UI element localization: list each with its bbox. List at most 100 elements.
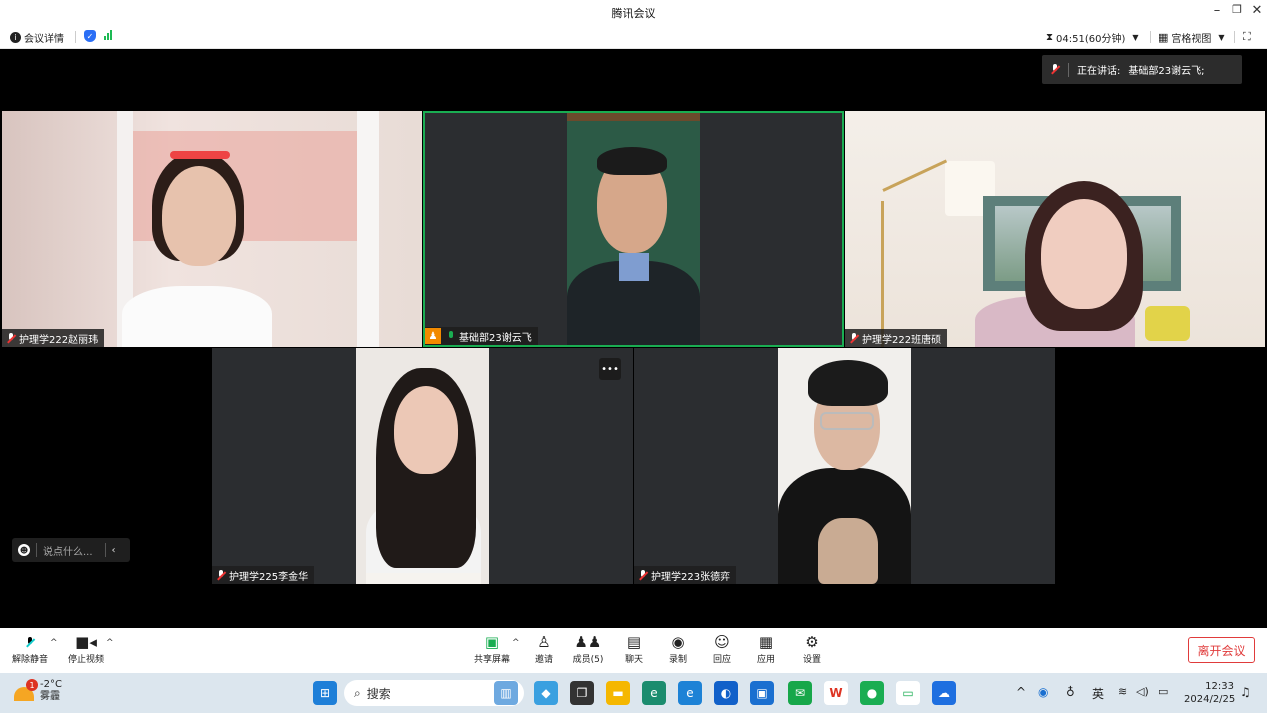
view-switch-button[interactable]: ▦ 宫格视图 ▼ <box>1158 30 1225 45</box>
speaking-label: 正在讲话: <box>1077 66 1121 77</box>
copilot-icon[interactable]: ◆ <box>534 681 558 705</box>
wps-office-icon[interactable]: W <box>824 681 848 705</box>
task-view-icon[interactable]: ❐ <box>570 681 594 705</box>
ie-browser-icon[interactable]: e <box>678 681 702 705</box>
edge-browser-icon[interactable]: e <box>642 681 666 705</box>
title-bar: 腾讯会议 – ❐ ✕ <box>0 0 1267 25</box>
weather-icon: 1 <box>14 679 38 701</box>
fullscreen-icon[interactable]: ⛶ <box>1243 30 1251 44</box>
react-label: 回应 <box>712 655 731 665</box>
file-explorer-icon[interactable]: ▬ <box>606 681 630 705</box>
video-feed <box>567 113 700 345</box>
unmute-label: 解除静音 <box>11 655 48 665</box>
share-options-chevron-icon[interactable]: ^ <box>512 638 520 648</box>
message-app-icon[interactable]: ✉ <box>788 681 812 705</box>
video-tile[interactable]: 护理学223张德弈 <box>634 348 1055 584</box>
participant-name-tag: ♟ 基础部23谢云飞 <box>425 327 538 345</box>
react-icon: ☺ <box>714 633 730 651</box>
stop-video-button[interactable]: ■◂ 停止视频 <box>66 632 106 665</box>
speaking-name: 基础部23谢云飞; <box>1128 66 1205 77</box>
members-button[interactable]: ♟♟ 成员(5) <box>568 632 608 665</box>
video-tile[interactable]: ••• 护理学225李金华 <box>212 348 633 584</box>
participant-name-tag: 护理学225李金华 <box>212 566 315 584</box>
volume-icon[interactable]: ◁) <box>1136 685 1149 698</box>
weather-widget[interactable]: 1 -2°C 雾霾 <box>14 679 62 703</box>
security-shield-icon[interactable]: ✓ <box>84 30 96 42</box>
start-menu-icon[interactable]: ⊞ <box>313 681 337 705</box>
chat-label: 聊天 <box>624 655 643 665</box>
record-label: 录制 <box>668 655 687 665</box>
share-screen-icon: ▣ <box>484 633 500 651</box>
notification-badge: 1 <box>26 679 38 691</box>
hourglass-icon: ⧗ <box>1046 32 1054 43</box>
input-method-indicator[interactable]: 英 <box>1092 685 1104 702</box>
unmute-button[interactable]: 解除静音 <box>10 632 50 665</box>
video-tile[interactable]: 护理学222班唐硕 <box>845 111 1265 347</box>
mic-active-icon <box>446 330 456 342</box>
wechat-icon[interactable]: ● <box>860 681 884 705</box>
os-taskbar: 1 -2°C 雾霾 ⊞ ⌕ 搜索 ▥ ◆ ❐ ▬ e e ◐ ▣ ✉ W ● ▭… <box>0 673 1267 713</box>
system-clock[interactable]: 12:33 2024/2/25 <box>1184 680 1235 706</box>
minimize-icon[interactable]: – <box>1206 3 1228 18</box>
show-hidden-icons-chevron-icon[interactable]: ^ <box>1016 685 1026 699</box>
chevron-down-icon: ▼ <box>1132 33 1139 42</box>
window-title: 腾讯会议 <box>611 7 656 20</box>
view-label: 宫格视图 <box>1171 34 1212 45</box>
screen-app-icon[interactable]: ▭ <box>896 681 920 705</box>
react-button[interactable]: ☺ 回应 <box>702 632 742 665</box>
invite-label: 邀请 <box>534 655 553 665</box>
video-feed <box>778 348 911 584</box>
share-screen-button[interactable]: ▣ 共享屏幕 <box>472 632 512 665</box>
host-icon: ♟ <box>425 328 441 344</box>
battery-icon[interactable]: ▭ <box>1158 685 1168 698</box>
mic-muted-icon <box>638 569 648 581</box>
divider <box>36 543 37 557</box>
mic-icon <box>1050 64 1060 75</box>
participant-name: 基础部23谢云飞 <box>459 332 532 344</box>
mic-muted-icon <box>216 569 226 581</box>
record-icon: ◉ <box>671 633 685 651</box>
baidu-netdisk-icon[interactable]: ◐ <box>714 681 738 705</box>
meeting-info-bar: i 会议详情 ✓ ⧗ 04:51(60分钟) ▼ ▦ 宫格视图 ▼ ⛶ <box>0 25 1267 49</box>
search-icon: ⌕ <box>354 685 361 700</box>
audio-options-chevron-icon[interactable]: ^ <box>50 638 58 648</box>
meeting-timer[interactable]: ⧗ 04:51(60分钟) ▼ <box>1046 30 1139 45</box>
camera-icon: ■◂ <box>75 633 97 651</box>
timer-label: 04:51(60分钟) <box>1056 34 1126 45</box>
tencent-meeting-icon[interactable]: ☁ <box>932 681 956 705</box>
participant-name-tag: 护理学222赵丽玮 <box>2 329 105 347</box>
share-label: 共享屏幕 <box>473 655 510 665</box>
notifications-bell-icon[interactable]: ♫ <box>1240 685 1251 699</box>
chat-button[interactable]: ▤ 聊天 <box>614 632 654 665</box>
collapse-chevron-icon[interactable]: ‹ <box>112 545 116 556</box>
meeting-info-button[interactable]: i 会议详情 <box>10 30 64 45</box>
settings-button[interactable]: ⚙ 设置 <box>792 632 832 665</box>
restore-icon[interactable]: ❐ <box>1226 3 1248 16</box>
video-tile-active-speaker[interactable]: ♟ 基础部23谢云飞 <box>423 111 844 347</box>
store-icon[interactable]: ▣ <box>750 681 774 705</box>
signal-strength-icon[interactable] <box>104 30 112 40</box>
video-tile[interactable]: 护理学222赵丽玮 <box>2 111 422 347</box>
quick-chat-input[interactable]: ☻ 说点什么... ‹ <box>12 538 130 562</box>
emoji-icon[interactable]: ☻ <box>18 544 30 556</box>
app-tray-icon[interactable]: ◉ <box>1038 685 1048 699</box>
invite-button[interactable]: ♙ 邀请 <box>524 632 564 665</box>
gear-icon: ⚙ <box>805 633 819 651</box>
mic-muted-icon <box>25 632 35 652</box>
video-options-chevron-icon[interactable]: ^ <box>106 638 114 648</box>
city-widget-icon[interactable]: ▥ <box>494 681 518 705</box>
meeting-info-label: 会议详情 <box>24 34 64 45</box>
mic-muted-icon <box>849 332 859 344</box>
more-options-button[interactable]: ••• <box>599 358 621 380</box>
video-feed <box>2 111 422 347</box>
mic-muted-icon <box>6 332 16 344</box>
record-button[interactable]: ◉ 录制 <box>658 632 698 665</box>
close-icon[interactable]: ✕ <box>1246 3 1267 18</box>
leave-meeting-button[interactable]: 离开会议 <box>1188 637 1255 663</box>
wifi-icon[interactable]: ≋ <box>1118 685 1127 698</box>
apps-button[interactable]: ▦ 应用 <box>746 632 786 665</box>
meeting-toolbar: 解除静音 ^ ■◂ 停止视频 ^ ▣ 共享屏幕 ^ ♙ 邀请 ♟♟ 成员(5) … <box>0 628 1267 673</box>
microphone-icon[interactable]: ♁ <box>1066 685 1075 699</box>
invite-icon: ♙ <box>537 633 551 651</box>
divider <box>1068 62 1069 77</box>
